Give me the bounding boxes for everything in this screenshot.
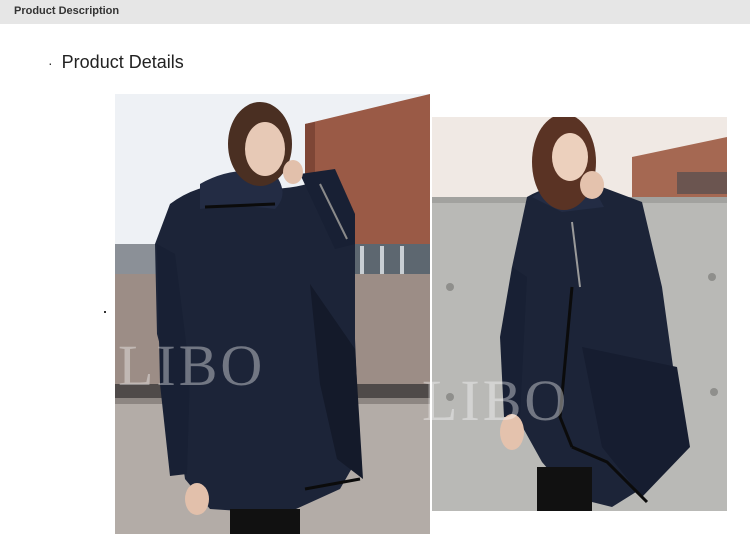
product-description-title: Product Description [14, 5, 120, 17]
product-description-bar: Product Description [0, 0, 750, 24]
stray-dot [104, 311, 106, 313]
model-photo-right [432, 117, 727, 511]
product-details-heading: · Product Details [48, 52, 184, 73]
bullet-icon: · [48, 54, 53, 71]
product-details-title: Product Details [61, 52, 184, 72]
model-photo-left [115, 94, 430, 534]
